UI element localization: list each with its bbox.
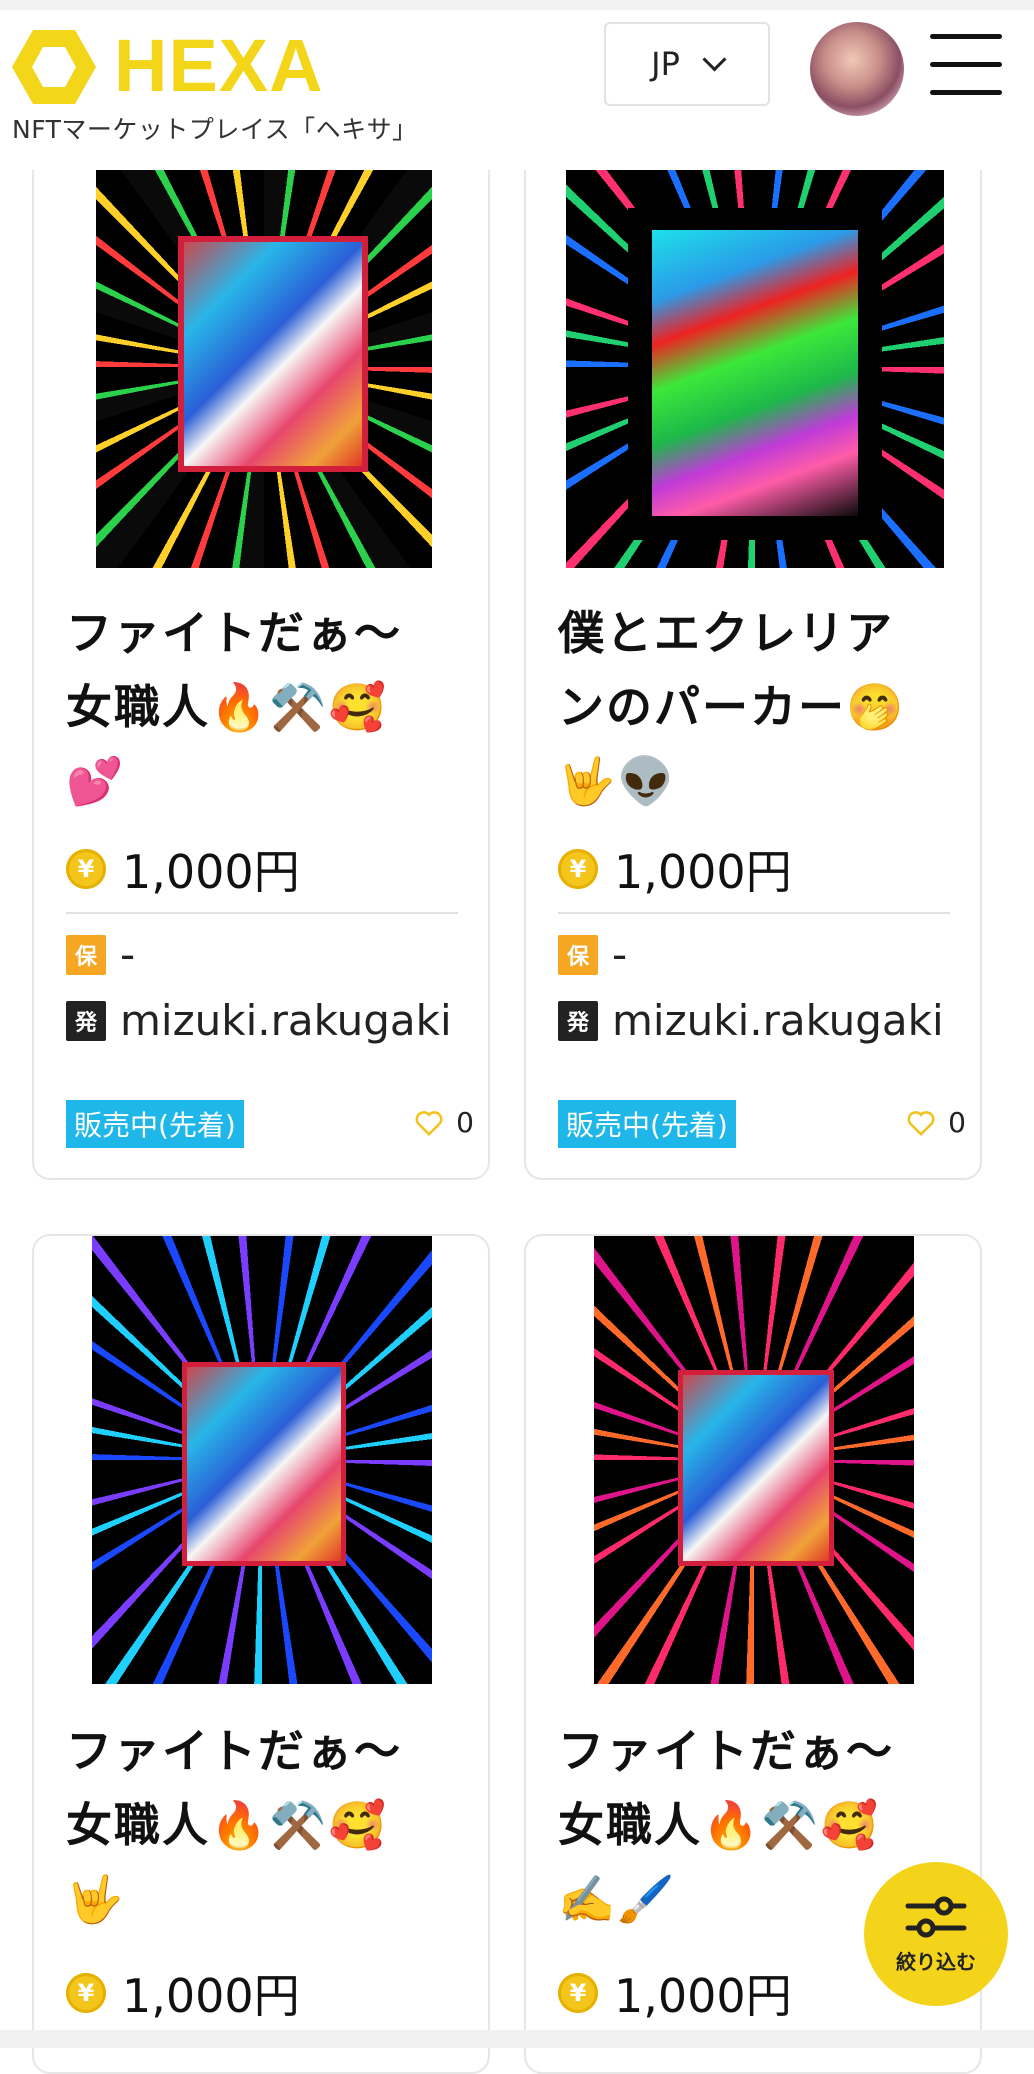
language-value: JP	[651, 45, 680, 83]
nft-title[interactable]: ファイトだぁ〜 女職人🔥⚒️🥰 🤟	[66, 1714, 476, 1936]
issuer-name[interactable]: mizuki.rakugaki	[612, 996, 944, 1045]
hold-badge-icon: 保	[66, 934, 106, 975]
bottom-bar-strip	[0, 2030, 1034, 2048]
nft-card[interactable]: 僕とエクレリア ンのパーカー🤭 🤟👽 ¥ 1,000円 保 - 発 mizuki…	[524, 130, 982, 1180]
divider	[558, 912, 950, 914]
nft-title[interactable]: 僕とエクレリア ンのパーカー🤭 🤟👽	[558, 596, 968, 818]
site-tagline: NFTマーケットプレイス「ヘキサ」	[12, 115, 418, 144]
like-button[interactable]: 0	[906, 1106, 966, 1139]
sliders-icon	[905, 1896, 967, 1937]
filter-label: 絞り込む	[896, 1949, 976, 1974]
issuer-name[interactable]: mizuki.rakugaki	[120, 996, 452, 1045]
status-badge: 販売中(先着)	[66, 1100, 244, 1148]
site-header: HEXA NFTマーケットプレイス「ヘキサ」 JP	[0, 0, 1034, 170]
nft-card[interactable]: ファイトだぁ〜 女職人🔥⚒️🥰 🤟 ¥ 1,000円	[32, 1234, 490, 2074]
nft-artwork-image[interactable]	[96, 166, 432, 568]
price-row: ¥ 1,000円	[558, 836, 792, 902]
nft-card[interactable]: ファイトだぁ〜 女職人🔥⚒️🥰 💕 ¥ 1,000円 保 - 発 mizuki.…	[32, 130, 490, 1180]
nft-price: 1,000円	[122, 845, 300, 899]
issuer-badge-icon: 発	[66, 1000, 106, 1041]
hexa-logo-icon[interactable]	[12, 30, 96, 104]
nft-price: 1,000円	[122, 1969, 300, 2023]
price-row: ¥ 1,000円	[66, 1960, 300, 2026]
holder-row: 保 -	[66, 930, 135, 979]
issuer-row: 発 mizuki.rakugaki	[558, 996, 944, 1045]
like-count: 0	[456, 1106, 474, 1139]
divider	[66, 912, 458, 914]
artwork-character	[652, 230, 858, 516]
nft-title[interactable]: ファイトだぁ〜 女職人🔥⚒️🥰 💕	[66, 596, 476, 818]
price-row: ¥ 1,000円	[66, 836, 300, 902]
heart-icon	[907, 1110, 935, 1136]
nft-artwork-image[interactable]	[92, 1236, 432, 1684]
heart-icon	[415, 1110, 443, 1136]
holder-value: -	[120, 930, 136, 979]
status-bar-strip	[0, 0, 1034, 10]
price-row: ¥ 1,000円	[558, 1960, 792, 2026]
nft-price: 1,000円	[614, 1969, 792, 2023]
nft-artwork-image[interactable]	[566, 166, 944, 568]
yen-coin-icon: ¥	[66, 849, 106, 889]
artwork-inner-portrait	[178, 236, 368, 472]
like-button[interactable]: 0	[414, 1106, 474, 1139]
artwork-inner-portrait	[182, 1362, 346, 1566]
yen-coin-icon: ¥	[558, 1973, 598, 2013]
holder-value: -	[612, 930, 628, 979]
filter-button[interactable]: 絞り込む	[864, 1862, 1008, 2006]
user-avatar[interactable]	[810, 22, 904, 116]
nft-artwork-image[interactable]	[594, 1236, 914, 1684]
artwork-inner-portrait	[678, 1370, 834, 1566]
chevron-down-icon	[702, 46, 727, 72]
yen-coin-icon: ¥	[66, 1973, 106, 2013]
like-count: 0	[948, 1106, 966, 1139]
holder-row: 保 -	[558, 930, 627, 979]
status-badge: 販売中(先着)	[558, 1100, 736, 1148]
hold-badge-icon: 保	[558, 934, 598, 975]
hamburger-menu-icon[interactable]	[930, 34, 1002, 96]
logo-text[interactable]: HEXA	[114, 26, 324, 106]
yen-coin-icon: ¥	[558, 849, 598, 889]
artwork-inner-portrait	[628, 208, 882, 540]
language-selector[interactable]: JP	[604, 22, 770, 106]
issuer-row: 発 mizuki.rakugaki	[66, 996, 452, 1045]
nft-price: 1,000円	[614, 845, 792, 899]
issuer-badge-icon: 発	[558, 1000, 598, 1041]
